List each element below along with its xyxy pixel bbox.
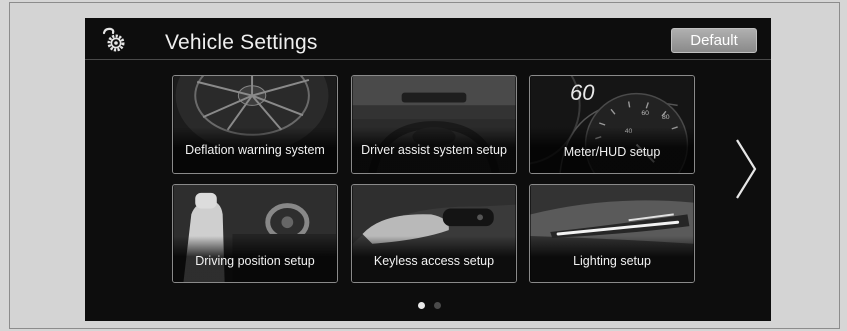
tile-driver-assist[interactable]: Driver assist system setup [351,75,517,174]
default-button[interactable]: Default [671,28,757,53]
tile-keyless-access[interactable]: Keyless access setup [351,184,517,283]
header-bar: Vehicle Settings Default [85,18,771,60]
tile-label: Lighting setup [530,236,694,282]
tile-meter-hud[interactable]: 40 60 80 60 Meter/HUD setup [529,75,695,174]
tile-label: Keyless access setup [352,236,516,282]
gauge-reading: 60 [570,80,595,105]
vehicle-settings-screen: Vehicle Settings Default Deflation warni… [85,18,771,321]
tile-label: Deflation warning system [173,127,337,173]
settings-gear-icon[interactable] [101,26,127,54]
page-dot-inactive [434,302,441,309]
svg-text:60: 60 [641,110,649,117]
svg-text:80: 80 [662,114,670,121]
tile-label: Driving position setup [173,236,337,282]
tile-label: Driver assist system setup [352,127,516,173]
tile-label: Meter/HUD setup [530,127,694,173]
tile-deflation-warning[interactable]: Deflation warning system [172,75,338,174]
chevron-right-icon[interactable] [734,138,758,200]
page-title: Vehicle Settings [165,31,318,54]
tile-lighting[interactable]: Lighting setup [529,184,695,283]
page-dot-active [418,302,425,309]
tile-driving-position[interactable]: Driving position setup [172,184,338,283]
